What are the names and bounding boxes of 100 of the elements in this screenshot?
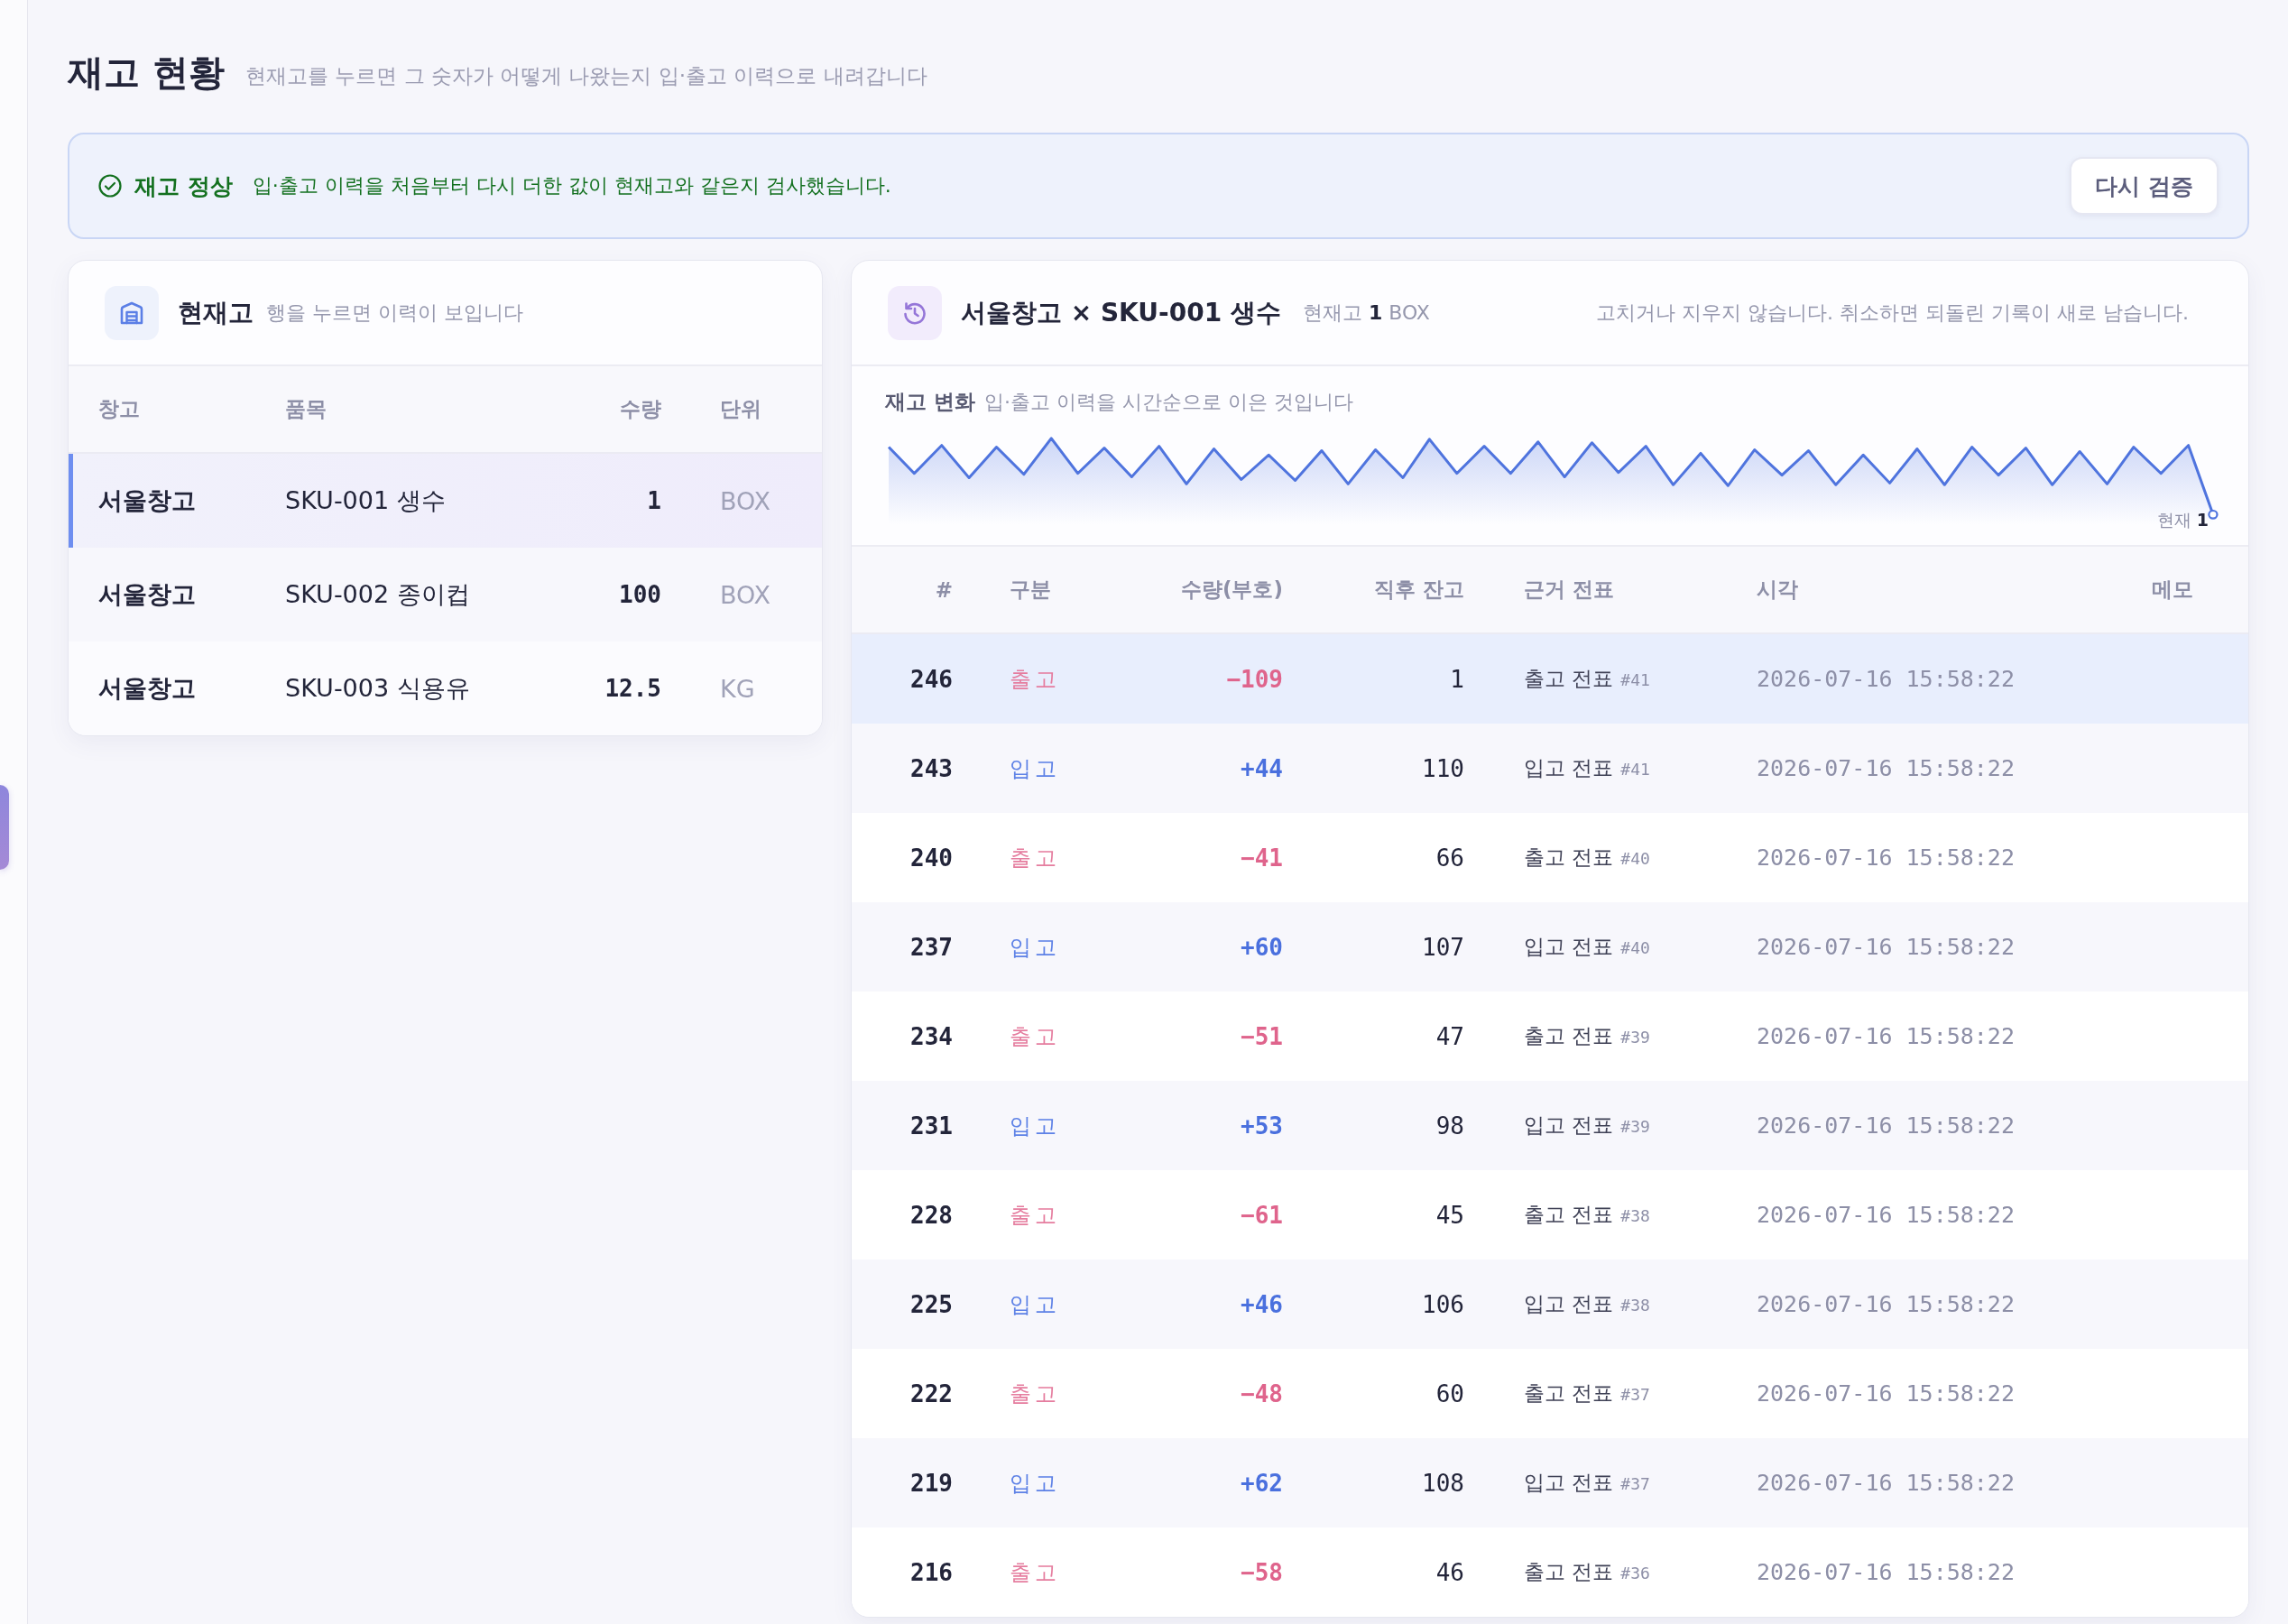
table-cell: 234 — [910, 1022, 953, 1050]
table-cell: 237 — [910, 933, 953, 961]
column-header: 단위 — [720, 396, 761, 422]
table-cell: +53 — [1241, 1112, 1283, 1140]
table-cell: 219 — [910, 1469, 953, 1497]
voucher-number: #38 — [1620, 1206, 1650, 1225]
voucher-label: 입고 전표 — [1524, 1112, 1614, 1139]
table-cell-text: 입고 — [1010, 1112, 1061, 1140]
table-cell: 47 — [1435, 1022, 1464, 1050]
column-header: 메모 — [2152, 577, 2193, 603]
table-cell: −48 — [1241, 1379, 1283, 1407]
voucher-label: 출고 전표 — [1524, 666, 1614, 692]
table-cell-text: 입고 — [1010, 754, 1061, 783]
table-cell: 60 — [1435, 1379, 1464, 1407]
voucher-label: 출고 전표 — [1524, 1380, 1614, 1407]
table-cell: +46 — [1241, 1290, 1283, 1318]
voucher-label: 입고 전표 — [1524, 934, 1614, 960]
table-cell: 107 — [1422, 933, 1464, 961]
table-cell-text: 출고 — [1010, 1379, 1061, 1408]
chart-title: 재고 변화 — [885, 389, 975, 415]
table-cell: 2026-07-16 15:58:22 — [1757, 755, 2015, 781]
table-cell: KG — [720, 674, 755, 703]
voucher-label: 입고 전표 — [1524, 755, 1614, 781]
voucher-label: 입고 전표 — [1524, 1291, 1614, 1317]
table-cell: 2026-07-16 15:58:22 — [1757, 1291, 2015, 1317]
table-cell: 225 — [910, 1290, 953, 1318]
table-cell: 110 — [1422, 754, 1464, 782]
table-cell: −58 — [1241, 1558, 1283, 1586]
voucher-label: 출고 전표 — [1524, 1023, 1614, 1049]
voucher-number: #40 — [1620, 849, 1650, 868]
table-cell-text: 입고 — [1010, 1290, 1061, 1319]
history-note: 고치거나 지우지 않습니다. 취소하면 되돌린 기록이 새로 남습니다. — [1596, 300, 2189, 326]
table-cell-text: 출고 — [1010, 665, 1061, 694]
table-cell-text: 입고 — [1010, 933, 1061, 962]
voucher-number: #38 — [1620, 1296, 1650, 1315]
table-cell: 240 — [910, 844, 953, 872]
table-cell: 2026-07-16 15:58:22 — [1757, 1380, 2015, 1407]
voucher-label: 출고 전표 — [1524, 1559, 1614, 1585]
table-cell: 2026-07-16 15:58:22 — [1757, 934, 2015, 960]
table-cell: +44 — [1241, 754, 1283, 782]
table-cell-text: 서울창고 — [98, 579, 196, 610]
table-cell: −109 — [1226, 665, 1283, 693]
table-cell-text: 출고 — [1010, 1201, 1061, 1230]
table-cell: 45 — [1435, 1201, 1464, 1229]
table-cell-text: 서울창고 — [98, 485, 196, 516]
table-cell: BOX — [720, 486, 771, 515]
table-cell: 2026-07-16 15:58:22 — [1757, 844, 2015, 871]
column-header: 창고 — [98, 396, 140, 422]
table-cell: −41 — [1241, 844, 1283, 872]
table-cell: 2026-07-16 15:58:22 — [1757, 1023, 2015, 1049]
table-cell: 2026-07-16 15:58:22 — [1757, 1112, 2015, 1139]
table-cell-text: 서울창고 — [98, 673, 196, 704]
table-cell-text: 출고 — [1010, 1022, 1061, 1051]
column-header: # — [935, 577, 953, 602]
current-label: 현재 1 — [2156, 509, 2209, 531]
warehouse-icon — [105, 285, 159, 340]
table-cell-text: 출고 — [1010, 1558, 1061, 1587]
stock-summary: 현재고 1 BOX — [1302, 300, 1430, 326]
voucher-number: #39 — [1620, 1028, 1650, 1047]
side-handle[interactable] — [0, 785, 9, 870]
voucher-label: 출고 전표 — [1524, 1202, 1614, 1228]
stock-row[interactable]: 서울창고 SKU-002 종이컵 100 BOX — [69, 548, 822, 641]
column-header: 구분 — [1010, 577, 1051, 603]
table-cell: 106 — [1422, 1290, 1464, 1318]
voucher-number: #39 — [1620, 1117, 1650, 1136]
recheck-button[interactable]: 다시 검증 — [2070, 157, 2219, 215]
table-cell: 1 — [1450, 665, 1464, 693]
table-cell: 2026-07-16 15:58:22 — [1757, 666, 2015, 692]
table-cell-text: SKU-001 생수 — [285, 485, 446, 516]
history-title: 서울창고 × SKU-001 생수 — [961, 296, 1281, 329]
table-cell-text: 입고 — [1010, 1469, 1061, 1498]
stock-row[interactable]: 서울창고 SKU-003 식용유 12.5 KG — [69, 641, 822, 735]
panel-title: 현재고 — [178, 296, 254, 329]
voucher-number: #36 — [1620, 1564, 1650, 1582]
voucher-number: #41 — [1620, 760, 1650, 779]
status-message: 입·출고 이력을 처음부터 다시 더한 값이 현재고와 같은지 검사했습니다. — [252, 173, 891, 198]
table-cell: 222 — [910, 1379, 953, 1407]
table-cell: +62 — [1241, 1469, 1283, 1497]
table-cell-text: 출고 — [1010, 844, 1061, 872]
table-cell: 100 — [619, 581, 661, 608]
column-header: 품목 — [285, 396, 327, 422]
voucher-number: #37 — [1620, 1385, 1650, 1404]
table-cell: −61 — [1241, 1201, 1283, 1229]
table-cell: 2026-07-16 15:58:22 — [1757, 1559, 2015, 1585]
table-cell-text: SKU-003 식용유 — [285, 673, 470, 704]
status-title: 재고 정상 — [134, 171, 233, 201]
page-subtitle: 현재고를 누르면 그 숫자가 어떻게 나왔는지 입·출고 이력으로 내려갑니다 — [244, 62, 927, 89]
voucher-number: #37 — [1620, 1474, 1650, 1493]
chart-hint: 입·출고 이력을 시간순으로 이은 것입니다 — [984, 390, 1353, 415]
page-title: 재고 현황 — [68, 50, 225, 95]
stock-row[interactable]: 서울창고 SKU-001 생수 1 BOX — [69, 454, 822, 548]
panel-hint: 행을 누르면 이력이 보입니다 — [266, 300, 523, 326]
table-cell: 1 — [647, 487, 661, 514]
history-icon — [888, 285, 942, 340]
table-cell: 2026-07-16 15:58:22 — [1757, 1202, 2015, 1228]
voucher-number: #40 — [1620, 938, 1650, 957]
table-cell: +60 — [1241, 933, 1283, 961]
table-cell: 216 — [910, 1558, 953, 1586]
table-cell: 46 — [1435, 1558, 1464, 1586]
column-header: 시각 — [1757, 577, 1798, 603]
